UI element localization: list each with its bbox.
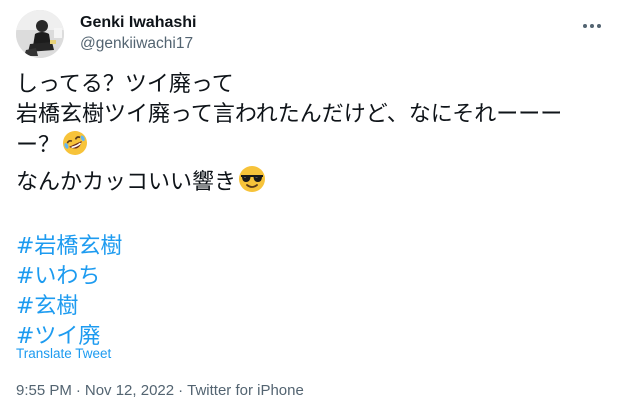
- meta-separator: ·: [75, 382, 81, 399]
- tweet-time[interactable]: 9:55 PM: [16, 382, 72, 399]
- avatar[interactable]: [16, 10, 64, 58]
- translate-tweet-link[interactable]: Translate Tweet: [16, 346, 111, 361]
- smiling-face-with-sunglasses-emoji: [238, 165, 266, 202]
- hashtag-link[interactable]: #岩橋玄樹: [16, 232, 122, 262]
- tweet-header: Genki Iwahashi @genkiiwachi17: [16, 8, 604, 62]
- tweet-date[interactable]: Nov 12, 2022: [85, 382, 174, 399]
- more-horizontal-icon: [583, 24, 601, 28]
- meta-separator: ·: [178, 382, 184, 399]
- tweet-text-line-2: 岩橋玄樹ツイ廃って言われたんだけど、なにそれーーー: [16, 102, 563, 127]
- author-display-name[interactable]: Genki Iwahashi: [80, 13, 196, 33]
- rolling-on-floor-laughing-emoji: [62, 130, 88, 165]
- tweet-source[interactable]: Twitter for iPhone: [187, 382, 304, 399]
- tweet-text-line-4: なんかカッコいい響き: [16, 165, 604, 202]
- tweet-text-line-3: ー？: [16, 130, 604, 165]
- avatar-photo: [16, 10, 64, 58]
- author-handle[interactable]: @genkiiwachi17: [80, 33, 196, 55]
- hashtag-link[interactable]: #いわち: [16, 262, 100, 292]
- tweet-text-line-1: しってる？ツイ廃って: [16, 72, 234, 97]
- hashtag-link[interactable]: #玄樹: [16, 292, 78, 322]
- tweet-text-line-3-text: ー？: [16, 133, 61, 158]
- tweet-card: Genki Iwahashi @genkiiwachi17 しってる？ツイ廃って…: [0, 0, 620, 413]
- tweet-body: しってる？ツイ廃って 岩橋玄樹ツイ廃って言われたんだけど、なにそれーーー ー？ …: [16, 70, 604, 352]
- tweet-text-line-4-text: なんかカッコいい響き: [16, 170, 237, 195]
- tweet-metadata: 9:55 PM · Nov 12, 2022 · Twitter for iPhone: [16, 382, 304, 399]
- more-options-button[interactable]: [580, 14, 604, 38]
